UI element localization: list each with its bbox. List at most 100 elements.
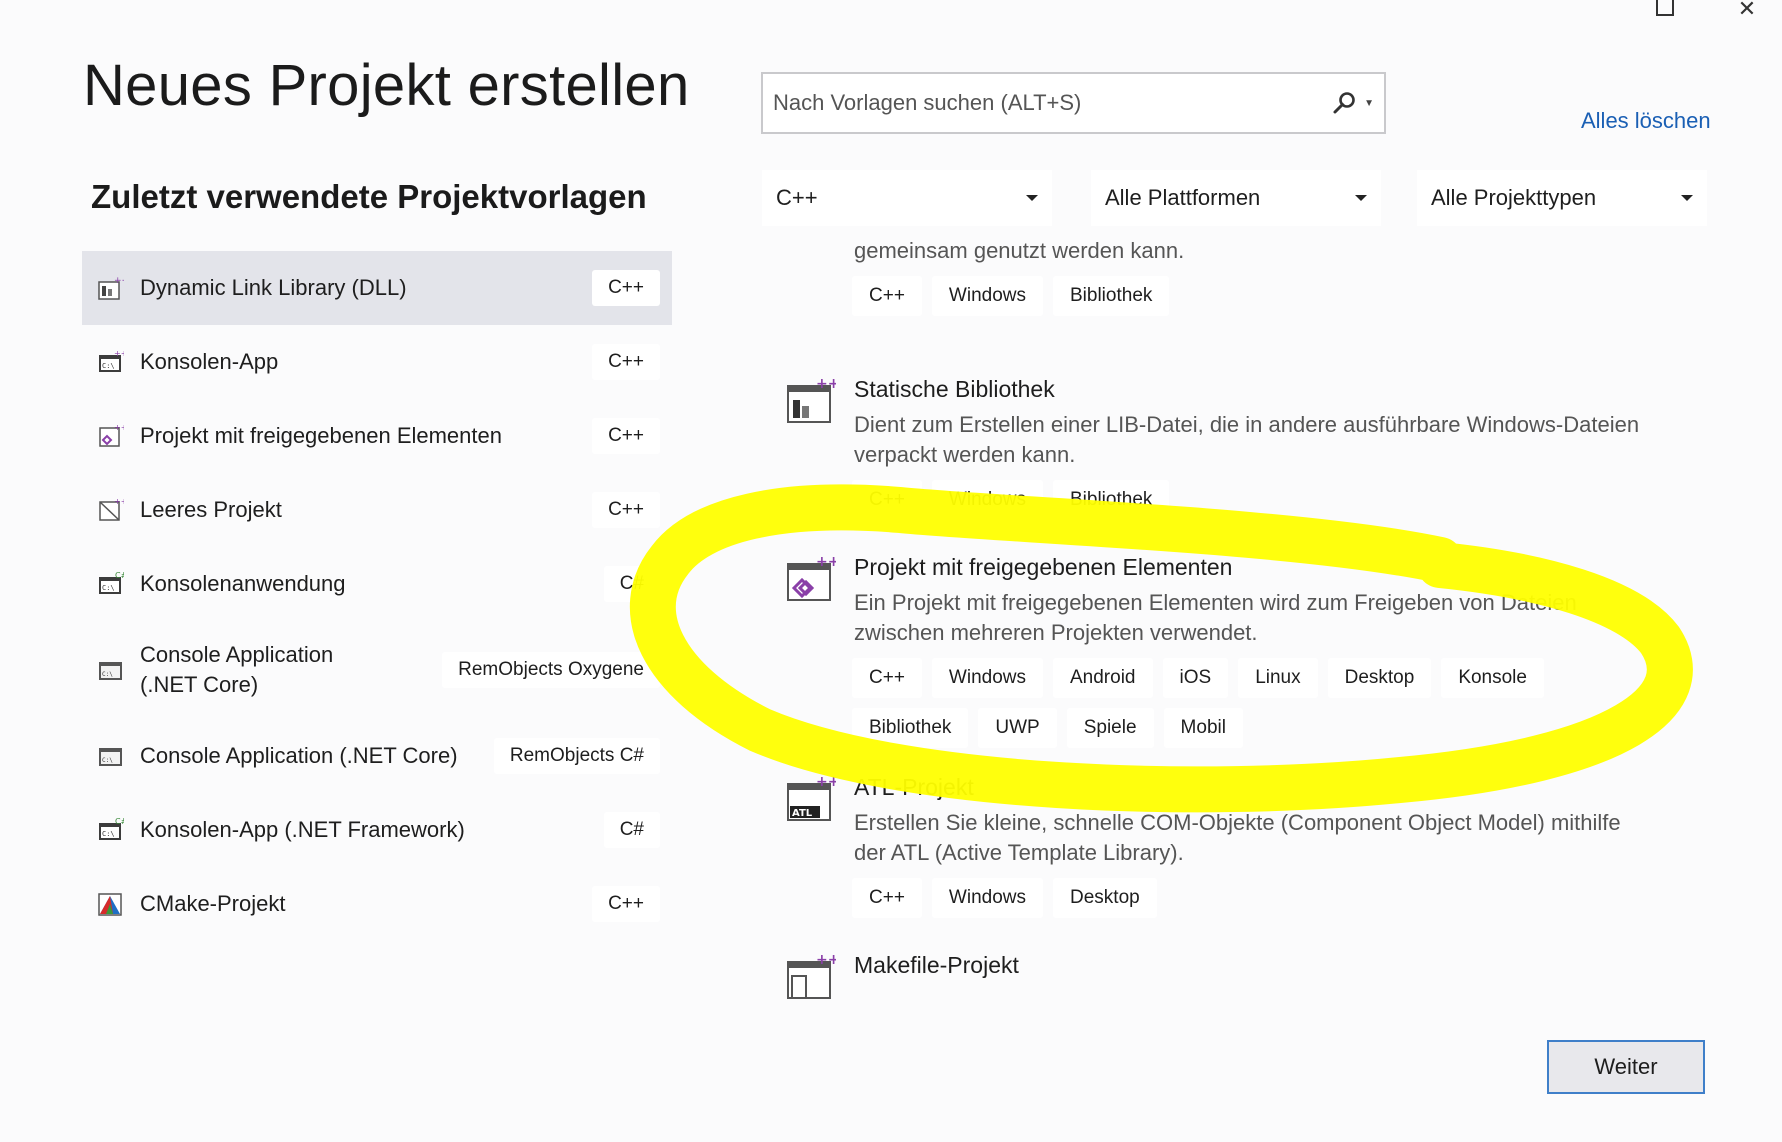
tag: Desktop [1053,878,1157,918]
svg-text:++: ++ [114,423,124,432]
next-button[interactable]: Weiter [1547,1040,1705,1094]
template-list: gemeinsam genutzt werden kann. C++ Windo… [770,234,1730,1004]
svg-text:C#: C# [115,817,124,826]
shared-items-project-icon: ++ [787,554,836,601]
maximize-button[interactable] [1648,0,1682,28]
tag: Windows [931,480,1043,520]
clear-all-link[interactable]: Alles löschen [1581,108,1711,134]
language-tag: C++ [592,886,660,922]
language-tag: C++ [592,492,660,528]
svg-text:C:\: C:\ [102,830,115,838]
language-tag: RemObjects C# [493,738,660,774]
recent-item-label: Leeres Projekt [140,497,282,522]
search-options-chevron-icon[interactable]: ▼ [1364,98,1374,109]
recent-templates-list: ++ Dynamic Link Library (DLL) C++ C:\ ++… [82,251,672,941]
template-description: Erstellen Sie kleine, schnelle COM-Objek… [854,810,1621,865]
language-tag: C# [603,812,660,848]
svg-text:++: ++ [816,376,836,392]
svg-text:ATL: ATL [792,808,813,819]
svg-text:++: ++ [816,952,836,968]
recent-item-csharp-console[interactable]: C:\ C# Konsolenanwendung C# [82,547,672,621]
static-library-icon: ++ [787,376,836,423]
language-tag: C++ [592,270,660,306]
language-filter-value: C++ [776,185,818,210]
console-application-icon: C:\ [99,748,122,766]
tag: UWP [978,708,1057,748]
recent-item-empty-project[interactable]: ++ Leeres Projekt C++ [82,473,672,547]
atl-project-icon: ATL ++ [787,774,836,821]
recent-item-shared-items[interactable]: ++ Projekt mit freigegebenen Elementen C… [82,399,672,473]
empty-project-icon: ++ [99,497,124,521]
svg-text:C:\: C:\ [102,584,115,592]
tag: Spiele [1066,708,1154,748]
language-tag: C++ [592,344,660,380]
chevron-down-icon [1026,195,1038,201]
close-button[interactable]: ✕ [1730,0,1764,28]
recent-item-label: Konsolen-App [140,349,279,374]
close-icon: ✕ [1737,0,1757,21]
template-description: gemeinsam genutzt werden kann. [854,238,1185,263]
recent-item-label: CMake-Projekt [140,891,286,916]
shared-items-project-icon: ++ [99,423,124,447]
recent-item-label: Console Application (.NET Core) [140,642,334,697]
tag: Bibliothek [1053,276,1170,316]
tag: C++ [852,276,922,316]
makefile-project-icon: ++ [787,952,836,999]
svg-text:++: ++ [114,349,124,358]
csharp-console-icon: C:\ C# [99,817,124,840]
search-icon [1333,92,1355,114]
recent-item-cmake[interactable]: CMake-Projekt C++ [82,867,672,941]
recent-templates-heading: Zuletzt verwendete Projektvorlagen [91,178,647,215]
tag: C++ [852,658,922,698]
svg-text:C:\: C:\ [102,362,115,370]
recent-item-label: Konsolen-App (.NET Framework) [140,817,465,842]
template-tags: C++ Windows Bibliothek [852,276,1612,326]
platform-filter-value: Alle Plattformen [1105,185,1261,210]
template-name: Projekt mit freigegebenen Elementen [854,554,1233,580]
recent-item-console-oxygene[interactable]: C:\ Console Application (.NET Core) RemO… [82,621,672,719]
platform-filter-dropdown[interactable]: Alle Plattformen [1091,170,1381,226]
language-filter-dropdown[interactable]: C++ [762,170,1052,226]
svg-text:C:\: C:\ [102,671,113,678]
tag: C++ [852,480,922,520]
project-type-filter-dropdown[interactable]: Alle Projekttypen [1417,170,1707,226]
recent-item-dll[interactable]: ++ Dynamic Link Library (DLL) C++ [82,251,672,325]
template-description: Ein Projekt mit freigegebenen Elementen … [854,590,1577,645]
tag: Bibliothek [852,708,969,748]
language-tag: C++ [592,418,660,454]
tag: Android [1053,658,1153,698]
language-tag: RemObjects Oxygene [442,652,660,688]
tag: Mobil [1163,708,1243,748]
recent-item-console-remobjects-csharp[interactable]: C:\ Console Application (.NET Core) RemO… [82,719,672,793]
svg-text:C#: C# [115,571,124,580]
template-search-box[interactable]: ▼ [761,72,1386,134]
console-application-icon: C:\ [99,662,122,680]
tag: Windows [931,658,1043,698]
svg-text:C:\: C:\ [102,757,113,764]
maximize-icon [1656,0,1674,16]
dll-project-icon: ++ [98,276,124,300]
cmake-icon [98,893,122,916]
recent-item-label: Projekt mit freigegebenen Elementen [140,423,502,448]
tag: Linux [1238,658,1318,698]
language-tag: C# [603,566,660,602]
chevron-down-icon [1355,195,1367,201]
recent-item-console-app[interactable]: C:\ ++ Konsolen-App C++ [82,325,672,399]
template-description: Dient zum Erstellen einer LIB-Datei, die… [854,412,1640,467]
template-tags: C++ Windows Desktop [852,878,1612,928]
search-input[interactable] [773,90,1333,116]
tag: Desktop [1327,658,1432,698]
console-app-icon: C:\ ++ [99,349,124,372]
svg-text:++: ++ [816,774,836,790]
svg-text:++: ++ [114,276,124,286]
tag: iOS [1162,658,1229,698]
tag: Bibliothek [1053,480,1170,520]
csharp-console-icon: C:\ C# [99,571,124,594]
chevron-down-icon [1681,195,1693,201]
template-tags: C++ Windows Bibliothek [852,480,1612,530]
template-name: Statische Bibliothek [854,376,1055,402]
template-name: Makefile-Projekt [854,952,1019,978]
recent-item-label: Dynamic Link Library (DLL) [140,275,407,300]
svg-text:++: ++ [816,554,836,570]
recent-item-console-netfw[interactable]: C:\ C# Konsolen-App (.NET Framework) C# [82,793,672,867]
